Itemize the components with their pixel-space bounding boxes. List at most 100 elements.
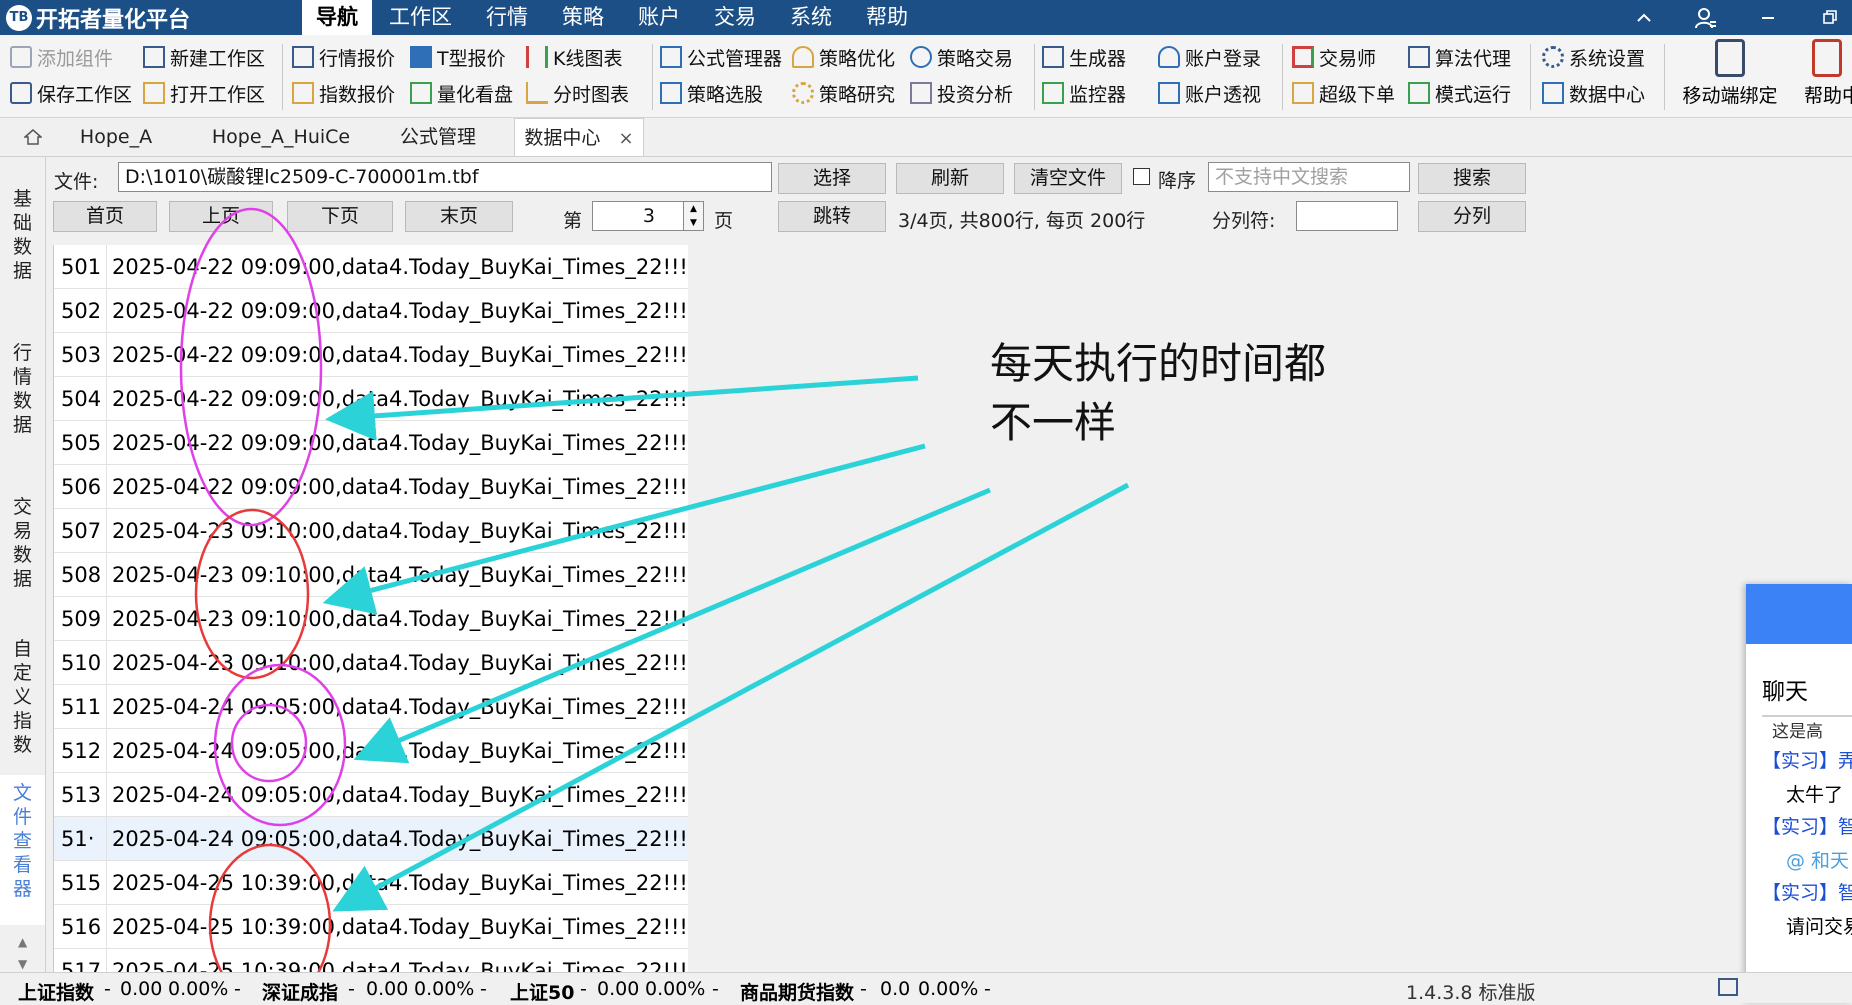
minimize-button[interactable] bbox=[1746, 0, 1790, 35]
formula-manager-button[interactable]: 公式管理器 bbox=[660, 42, 782, 72]
row-number: 508 bbox=[54, 553, 107, 597]
tab-hope-a-huice[interactable]: Hope_A_HuiCe bbox=[196, 118, 366, 156]
account-login-icon bbox=[1158, 46, 1180, 68]
clear-file-button[interactable]: 清空文件 bbox=[1014, 163, 1122, 194]
help-center-button[interactable]: 帮助中 bbox=[1790, 39, 1852, 108]
last-page-button[interactable]: 末页 bbox=[405, 201, 513, 232]
tab-formula-manage[interactable]: 公式管理 bbox=[388, 118, 488, 156]
monitor-button[interactable]: 监控器 bbox=[1042, 78, 1126, 108]
quant-board-button[interactable]: 量化看盘 bbox=[410, 78, 513, 108]
nav-custom-index[interactable]: 自定义指数 bbox=[0, 637, 45, 757]
menu-trade[interactable]: 交易 bbox=[697, 0, 773, 35]
account-login-button[interactable]: 账户登录 bbox=[1158, 42, 1261, 72]
table-row[interactable]: 502 2025-04-22 09:09:00,data4.Today_BuyKa… bbox=[54, 289, 688, 333]
table-row[interactable]: 510 2025-04-23 09:10:00,data4.Today_BuyKa… bbox=[54, 641, 688, 685]
menu-help[interactable]: 帮助 bbox=[849, 0, 925, 35]
mobile-bind-button[interactable]: 移动端绑定 bbox=[1670, 39, 1790, 108]
super-order-button[interactable]: 超级下单 bbox=[1292, 78, 1395, 108]
user-button[interactable] bbox=[1684, 0, 1728, 35]
prev-page-button[interactable]: 上页 bbox=[169, 201, 273, 232]
menu-market[interactable]: 行情 bbox=[469, 0, 545, 35]
trader-button[interactable]: 交易师 bbox=[1292, 42, 1376, 72]
search-input[interactable]: 不支持中文搜索 bbox=[1208, 162, 1410, 192]
generator-button[interactable]: 生成器 bbox=[1042, 42, 1126, 72]
jump-button[interactable]: 跳转 bbox=[778, 201, 886, 232]
row-number: 502 bbox=[54, 289, 107, 333]
nav-trade-data[interactable]: 交易数据 bbox=[0, 495, 45, 591]
mode-run-button[interactable]: 模式运行 bbox=[1408, 78, 1511, 108]
table-row[interactable]: 506 2025-04-22 09:09:00,data4.Today_BuyKa… bbox=[54, 465, 688, 509]
table-row[interactable]: 513 2025-04-24 09:05:00,data4.Today_BuyKa… bbox=[54, 773, 688, 817]
chat-sender: 【实习】智 bbox=[1762, 816, 1852, 838]
nav-scroll-down-icon[interactable]: ▼ bbox=[18, 957, 27, 971]
investment-analysis-button[interactable]: 投资分析 bbox=[910, 78, 1013, 108]
kline-chart-button[interactable]: K线图表 bbox=[526, 42, 622, 72]
descending-checkbox[interactable] bbox=[1133, 168, 1150, 185]
strategy-stock-pick-button[interactable]: 策略选股 bbox=[660, 78, 763, 108]
menu-workspace[interactable]: 工作区 bbox=[372, 0, 469, 35]
table-row[interactable]: 507 2025-04-23 09:10:00,data4.Today_BuyKa… bbox=[54, 509, 688, 553]
delimiter-input[interactable] bbox=[1296, 201, 1398, 231]
account-perspective-button[interactable]: 账户透视 bbox=[1158, 78, 1261, 108]
refresh-button[interactable]: 刷新 bbox=[896, 163, 1004, 194]
strategy-optimize-label: 策略优化 bbox=[819, 47, 896, 70]
tab-hope-a[interactable]: Hope_A bbox=[66, 118, 166, 156]
table-row-selected[interactable]: 51‧ 2025-04-24 09:05:00,data4.Today_BuyKa… bbox=[54, 817, 688, 861]
tab-data-center[interactable]: 数据中心 × bbox=[514, 118, 644, 156]
select-file-button[interactable]: 选择 bbox=[778, 163, 886, 194]
table-row[interactable]: 517 2025-04-25 10:39:00,data4.Today_BuyKa… bbox=[54, 949, 688, 972]
table-row[interactable]: 509 2025-04-23 09:10:00,data4.Today_BuyKa… bbox=[54, 597, 688, 641]
nav-scroll-up-icon[interactable]: ▲ bbox=[18, 935, 27, 949]
menu-strategy[interactable]: 策略 bbox=[545, 0, 621, 35]
table-row[interactable]: 504 2025-04-22 09:09:00,data4.Today_BuyKa… bbox=[54, 377, 688, 421]
timeshare-chart-button[interactable]: 分时图表 bbox=[526, 78, 629, 108]
collapse-ribbon-button[interactable] bbox=[1622, 0, 1666, 35]
index-quote-button[interactable]: 指数报价 bbox=[292, 78, 395, 108]
save-workspace-button[interactable]: 保存工作区 bbox=[10, 78, 132, 108]
table-row[interactable]: 503 2025-04-22 09:09:00,data4.Today_BuyKa… bbox=[54, 333, 688, 377]
spin-down-icon[interactable]: ▼ bbox=[690, 218, 697, 228]
t-quote-button[interactable]: T型报价 bbox=[410, 42, 506, 72]
table-row[interactable]: 511 2025-04-24 09:05:00,data4.Today_BuyKa… bbox=[54, 685, 688, 729]
search-button[interactable]: 搜索 bbox=[1418, 163, 1526, 194]
close-tab-icon[interactable]: × bbox=[618, 128, 633, 149]
data-center-button[interactable]: 数据中心 bbox=[1542, 78, 1645, 108]
table-row[interactable]: 512 2025-04-24 09:05:00,data4.Today_BuyKa… bbox=[54, 729, 688, 773]
menu-navigation[interactable]: 导航 bbox=[302, 0, 372, 35]
main-menu: 导航 工作区 行情 策略 账户 交易 系统 帮助 bbox=[302, 0, 925, 35]
table-row[interactable]: 501 2025-04-22 09:09:00,data4.Today_BuyKa… bbox=[54, 245, 688, 289]
spin-up-icon[interactable]: ▲ bbox=[690, 204, 697, 214]
super-order-label: 超级下单 bbox=[1319, 83, 1396, 106]
home-tab[interactable] bbox=[18, 118, 48, 156]
menu-account[interactable]: 账户 bbox=[621, 0, 697, 35]
add-component-button[interactable]: 添加组件 bbox=[10, 42, 113, 72]
data-category-nav: 基础数据 行情数据 交易数据 自定义指数 文件查看器 ▲ ▼ bbox=[0, 157, 46, 972]
quote-button[interactable]: 行情报价 bbox=[292, 42, 395, 72]
page-spinner[interactable]: ▲ ▼ bbox=[684, 201, 704, 231]
split-columns-button[interactable]: 分列 bbox=[1418, 201, 1526, 232]
strategy-trade-button[interactable]: 策略交易 bbox=[910, 42, 1013, 72]
help-book-icon bbox=[1812, 39, 1842, 77]
menu-system[interactable]: 系统 bbox=[773, 0, 849, 35]
notification-icon[interactable] bbox=[1718, 978, 1738, 996]
strategy-research-button[interactable]: 策略研究 bbox=[792, 78, 895, 108]
nav-market-data[interactable]: 行情数据 bbox=[0, 341, 45, 437]
algo-agent-button[interactable]: 算法代理 bbox=[1408, 42, 1511, 72]
table-row[interactable]: 515 2025-04-25 10:39:00,data4.Today_BuyKa… bbox=[54, 861, 688, 905]
nav-file-viewer[interactable]: 文件查看器 bbox=[0, 775, 45, 925]
file-path-input[interactable]: D:\1010\碳酸锂lc2509-C-700001m.tbf bbox=[118, 162, 772, 192]
page-number-input[interactable]: 3 bbox=[592, 201, 684, 231]
strategy-optimize-button[interactable]: 策略优化 bbox=[792, 42, 895, 72]
next-page-button[interactable]: 下页 bbox=[287, 201, 393, 232]
nav-basic-data[interactable]: 基础数据 bbox=[0, 187, 45, 283]
table-row[interactable]: 516 2025-04-25 10:39:00,data4.Today_BuyKa… bbox=[54, 905, 688, 949]
table-row[interactable]: 505 2025-04-22 09:09:00,data4.Today_BuyKa… bbox=[54, 421, 688, 465]
help-center-label: 帮助中 bbox=[1804, 85, 1852, 107]
first-page-button[interactable]: 首页 bbox=[53, 201, 157, 232]
table-row[interactable]: 508 2025-04-23 09:10:00,data4.Today_BuyKa… bbox=[54, 553, 688, 597]
new-workspace-button[interactable]: 新建工作区 bbox=[143, 42, 265, 72]
annotation-text: 每天执行的时间都 不一样 bbox=[990, 334, 1326, 452]
restore-button[interactable] bbox=[1808, 0, 1852, 35]
open-workspace-button[interactable]: 打开工作区 bbox=[143, 78, 265, 108]
system-settings-button[interactable]: 系统设置 bbox=[1542, 42, 1645, 72]
